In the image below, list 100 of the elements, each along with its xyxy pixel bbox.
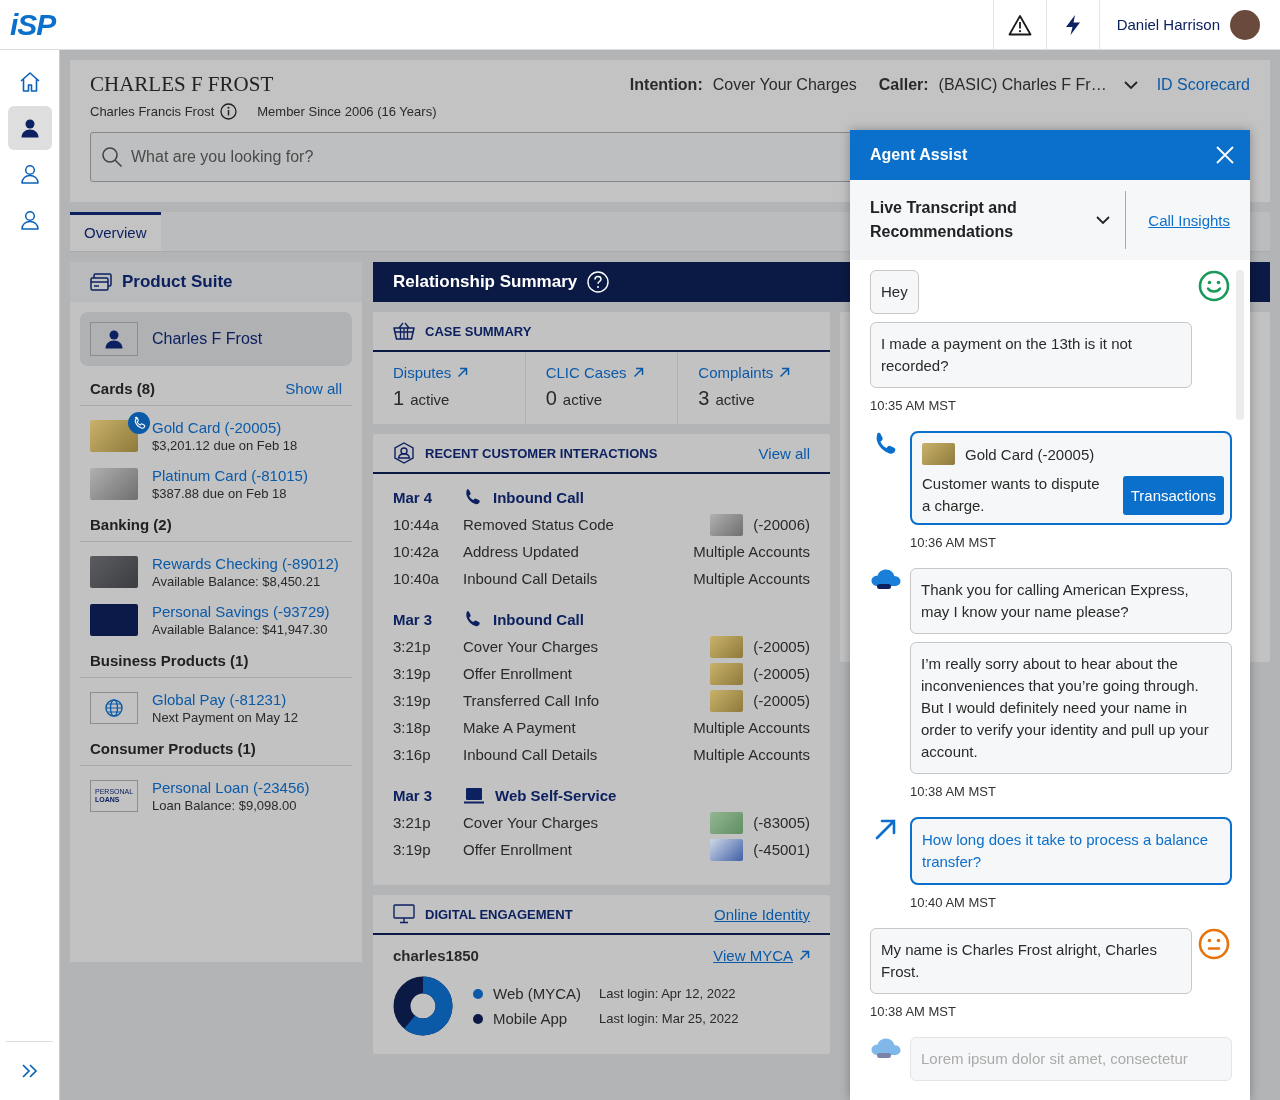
account-label: (-20005)	[753, 692, 810, 709]
person-icon	[90, 322, 138, 356]
interaction-row[interactable]: 3:21p Cover Your Charges (-20005)	[393, 633, 810, 660]
case-count: 3	[698, 387, 710, 410]
interaction-row[interactable]: 3:16p Inbound Call Details Multiple Accounts	[393, 741, 810, 768]
view-all-link[interactable]: View all	[758, 444, 810, 462]
product-item[interactable]: Global Pay (-81231) Next Payment on May 12	[80, 686, 352, 730]
lightning-icon[interactable]	[1063, 13, 1082, 36]
product-item[interactable]: Gold Card (-20005) $3,201.12 due on Feb 18	[80, 414, 352, 458]
interaction-activity: Offer Enrollment	[463, 841, 573, 858]
interaction-row[interactable]: 3:18p Make A Payment Multiple Accounts	[393, 714, 810, 741]
agent-message: Thank you for calling American Express, may I know your name please?	[910, 568, 1232, 634]
interaction-activity: Inbound Call Details	[463, 570, 599, 587]
search-input[interactable]: What are you looking for?	[131, 142, 731, 172]
channel-name: Inbound Call	[493, 611, 584, 628]
case-status: active	[715, 391, 755, 408]
account-label: (-83005)	[753, 814, 810, 831]
product-detail: Loan Balance: $9,098.00	[152, 798, 298, 813]
external-arrow-icon	[779, 367, 791, 378]
chevron-down-icon[interactable]	[1122, 79, 1139, 90]
interaction-time: 3:21p	[393, 638, 432, 655]
interaction-date: Mar 4	[393, 489, 434, 506]
interaction-row[interactable]: 3:21p Cover Your Charges (-83005)	[393, 809, 810, 836]
interaction-time: 3:16p	[393, 746, 432, 763]
intention-label: Intention:	[629, 75, 703, 94]
product-name: Gold Card (-20005)	[152, 419, 283, 436]
case-link[interactable]: Complaints	[698, 364, 774, 381]
interaction-activity: Cover Your Charges	[463, 814, 600, 831]
online-identity-link[interactable]: Online Identity	[714, 905, 810, 923]
account-label: (-20006)	[753, 516, 810, 533]
case-count: 0	[545, 387, 557, 410]
info-icon[interactable]	[220, 103, 238, 120]
view-dropdown[interactable]: Live Transcript and Recommendations	[850, 191, 1127, 249]
user-name[interactable]: Daniel Harrison	[1098, 0, 1230, 49]
avatar[interactable]	[1230, 9, 1260, 40]
channel-name: Mobile App	[493, 1010, 569, 1027]
account-label: Multiple Accounts	[693, 570, 810, 587]
suggested-question[interactable]: How long does it take to process a balance transfer?	[910, 817, 1232, 885]
section-heading: Business Products (1)	[90, 652, 249, 669]
interaction-row[interactable]: 3:19p Offer Enrollment (-20005)	[393, 660, 810, 687]
last-login: Last login: Mar 25, 2022	[599, 1011, 739, 1026]
interaction-row[interactable]: 3:19p Offer Enrollment (-45001)	[393, 836, 810, 863]
agent-message: Lorem ipsum dolor sit amet, consectetur	[910, 1037, 1232, 1081]
person-icon	[19, 210, 40, 230]
interaction-activity: Address Updated	[463, 543, 580, 560]
interaction-row[interactable]: 3:19p Transferred Call Info (-20005)	[393, 687, 810, 714]
card-title: CASE SUMMARY	[425, 323, 532, 339]
interaction-date: Mar 3	[393, 787, 434, 804]
close-icon[interactable]	[1215, 145, 1235, 165]
logo[interactable]: iSP	[10, 7, 56, 42]
view-myca-link[interactable]: View MYCA	[713, 947, 793, 964]
call-insights-link[interactable]: Call Insights	[1126, 211, 1250, 229]
case-count: 1	[393, 387, 405, 410]
channel-name: Inbound Call	[493, 489, 584, 506]
product-name: Personal Savings (-93729)	[152, 603, 330, 620]
product-detail: Available Balance: $41,947.30	[152, 622, 329, 637]
interaction-time: 10:42a	[393, 543, 440, 560]
product-detail: Next Payment on May 12	[152, 710, 298, 725]
interaction-date: Mar 3	[393, 611, 434, 628]
product-name: Global Pay (-81231)	[152, 691, 288, 708]
interaction-row[interactable]: 10:44a Removed Status Code (-20006)	[393, 511, 810, 538]
tab[interactable]: Overview	[70, 212, 161, 251]
interaction-activity: Transferred Call Info	[463, 692, 601, 709]
message-time: 10:35 AM MST	[870, 398, 957, 413]
show-all-link[interactable]: Show all	[285, 380, 342, 397]
id-scorecard-link[interactable]: ID Scorecard	[1156, 75, 1250, 94]
interaction-time: 3:19p	[393, 665, 432, 682]
customer-message: I made a payment on the 13th is it not recorded?	[870, 322, 1192, 388]
interaction-time: 3:19p	[393, 841, 432, 858]
agent-message: I’m really sorry about to hear about the inconveniences that you’re going through. But I would definitely need your name in order to verify your identity and pull up your account.	[910, 642, 1232, 774]
nav-button[interactable]	[7, 106, 52, 150]
customer-selector[interactable]: Charles F Frost	[80, 312, 352, 366]
intention-value: Cover Your Charges	[712, 75, 857, 94]
external-arrow-icon	[799, 950, 810, 961]
product-name: Personal Loan (-23456)	[152, 779, 310, 796]
channel-name: Web (MYCA)	[493, 985, 583, 1002]
interaction-row[interactable]: 10:40a Inbound Call Details Multiple Accounts	[393, 565, 810, 592]
product-item[interactable]: Platinum Card (-81015) $387.88 due on Feb 18	[80, 462, 352, 506]
customer-message: Hey	[870, 270, 919, 314]
card-title: RECENT CUSTOMER INTERACTIONS	[425, 445, 658, 461]
expand-icon[interactable]	[20, 1063, 39, 1079]
product-detail: $3,201.12 due on Feb 18	[152, 438, 298, 453]
caller-value: (BASIC) Charles F Fr…	[938, 75, 1107, 94]
warning-icon[interactable]	[1007, 13, 1032, 36]
product-item[interactable]: Personal Savings (-93729) Available Balance: $41,947.30	[80, 598, 352, 642]
case-link[interactable]: Disputes	[393, 364, 452, 381]
product-name: Platinum Card (-81015)	[152, 467, 308, 484]
home-icon	[18, 71, 41, 93]
help-icon[interactable]	[587, 271, 610, 293]
message-time: 10:38 AM MST	[910, 784, 997, 799]
product-item[interactable]: Rewards Checking (-89012) Available Balance: $8,450.21	[80, 550, 352, 594]
card-name: Gold Card (-20005)	[965, 445, 1095, 463]
recommendation-text: Customer wants to dispute a charge.	[922, 474, 1101, 516]
account-label: (-20005)	[753, 665, 810, 682]
interaction-time: 3:19p	[393, 692, 432, 709]
transactions-button[interactable]: Transactions	[1122, 475, 1224, 515]
case-link[interactable]: CLIC Cases	[545, 364, 627, 381]
external-arrow-icon	[457, 367, 469, 378]
interaction-activity: Cover Your Charges	[463, 638, 600, 655]
interaction-row[interactable]: 10:42a Address Updated Multiple Accounts	[393, 538, 810, 565]
